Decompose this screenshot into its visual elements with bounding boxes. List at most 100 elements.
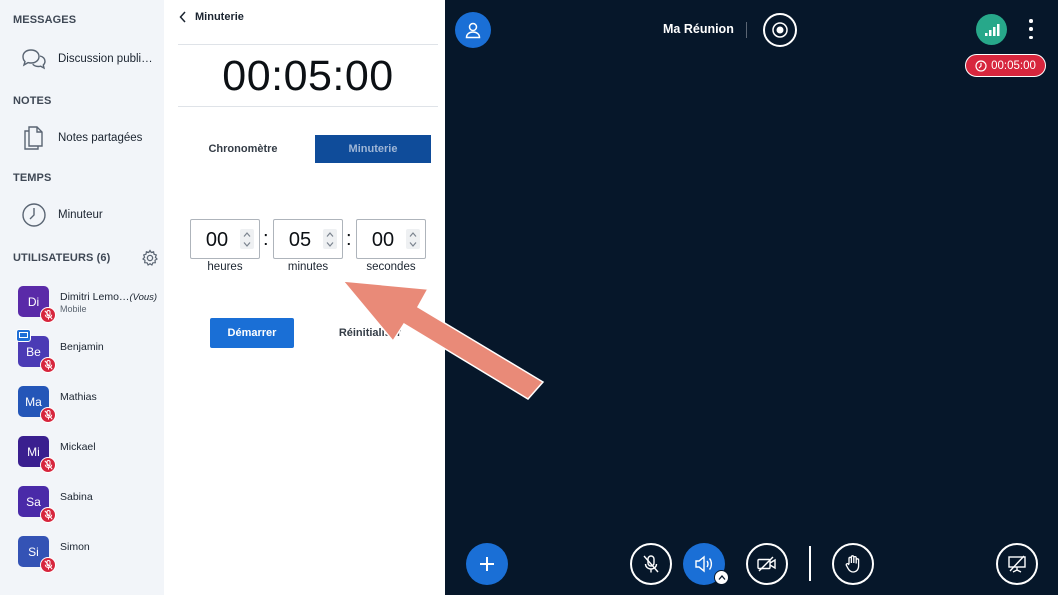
sidebar-item-timer[interactable]: Minuteur: [0, 195, 164, 235]
muted-microphone-icon: [40, 557, 56, 573]
tab-timer[interactable]: Minuterie: [315, 135, 431, 163]
sidebar-item-shared-notes[interactable]: Notes partagées: [0, 118, 164, 158]
screen-share-off-icon: [1008, 555, 1026, 573]
user-name-text: Simon: [60, 541, 90, 553]
user-name-text: Dimitri Lemo…: [60, 291, 130, 303]
user-device: Mobile: [60, 304, 87, 314]
camera-button[interactable]: [746, 543, 788, 585]
meeting-area: Ma Réunion 00:05:00: [445, 0, 1058, 595]
spin-down-icon[interactable]: [409, 241, 417, 247]
audio-options-button[interactable]: [714, 570, 729, 585]
muted-microphone-icon: [40, 507, 56, 523]
seconds-input[interactable]: 00: [356, 219, 426, 259]
time-separator: :: [263, 228, 269, 250]
time-separator: :: [346, 228, 352, 250]
spin-up-icon[interactable]: [243, 231, 251, 237]
messages-heading: MESSAGES: [13, 14, 77, 26]
divider: [809, 546, 811, 581]
reset-button[interactable]: Réinitialiser: [328, 318, 412, 348]
sidebar: MESSAGES Discussion publi… NOTES Notes p…: [0, 0, 164, 595]
user-name: Mickael: [60, 441, 96, 453]
divider: [746, 22, 747, 38]
user-list-item[interactable]: Be Benjamin: [0, 329, 164, 376]
timer-badge[interactable]: 00:05:00: [965, 54, 1046, 77]
camera-off-icon: [757, 556, 776, 572]
user-name-text: Mickael: [60, 441, 96, 453]
user-name: Simon: [60, 541, 90, 553]
screen-share-button[interactable]: [996, 543, 1038, 585]
actions-button[interactable]: [466, 543, 508, 585]
user-name-text: Benjamin: [60, 341, 104, 353]
chevron-up-icon: [718, 575, 725, 580]
chat-icon: [16, 47, 52, 71]
user-list-item[interactable]: Mi Mickael: [0, 430, 164, 476]
presenter-icon: [16, 329, 31, 342]
connection-status-button[interactable]: [976, 14, 1007, 45]
user-list-item[interactable]: Ma Mathias: [0, 380, 164, 426]
record-icon: [772, 22, 788, 38]
more-options-icon[interactable]: [1027, 19, 1035, 39]
clock-icon: [975, 59, 987, 72]
user-list-item[interactable]: Di Dimitri Lemo…(Vous) Mobile: [0, 280, 164, 326]
seconds-value: 00: [371, 229, 395, 251]
hours-stepper[interactable]: [240, 229, 254, 249]
muted-microphone-icon: [40, 357, 56, 373]
panel-title: Minuterie: [195, 11, 244, 23]
hand-icon: [845, 555, 860, 573]
tab-stopwatch[interactable]: Chronomètre: [194, 135, 292, 163]
meeting-title: Ma Réunion: [663, 22, 734, 36]
hours-label: heures: [207, 261, 243, 273]
divider: [178, 106, 438, 107]
record-button[interactable]: [763, 13, 797, 47]
spin-down-icon[interactable]: [243, 241, 251, 247]
spin-up-icon[interactable]: [326, 231, 334, 237]
seconds-label: secondes: [366, 261, 416, 273]
timer-panel: Minuterie 00:05:00 Chronomètre Minuterie…: [164, 0, 445, 595]
you-tag: (Vous): [129, 292, 158, 303]
timer-badge-text: 00:05:00: [991, 59, 1036, 72]
sidebar-item-label: Minuteur: [58, 209, 103, 221]
hours-value: 00: [205, 229, 229, 251]
minutes-stepper[interactable]: [323, 229, 337, 249]
sidebar-item-label: Notes partagées: [58, 132, 143, 144]
divider: [178, 44, 438, 45]
user-name-text: Sabina: [60, 491, 93, 503]
user-name: Mathias: [60, 391, 97, 403]
clock-icon: [16, 202, 52, 228]
notes-heading: NOTES: [13, 95, 52, 107]
signal-bars-icon: [984, 23, 999, 36]
timer-display: 00:05:00: [222, 52, 394, 100]
app-root: MESSAGES Discussion publi… NOTES Notes p…: [0, 0, 1058, 595]
minutes-value: 05: [288, 229, 312, 251]
start-button[interactable]: Démarrer: [210, 318, 294, 348]
mute-button[interactable]: [630, 543, 672, 585]
hours-input[interactable]: 00: [190, 219, 260, 259]
notes-icon: [16, 124, 52, 152]
user-name: Sabina: [60, 491, 93, 503]
minutes-label: minutes: [287, 261, 329, 273]
speaker-icon: [695, 555, 713, 573]
user-icon: [465, 22, 481, 39]
spin-up-icon[interactable]: [409, 231, 417, 237]
spin-down-icon[interactable]: [326, 241, 334, 247]
plus-icon: [480, 557, 494, 571]
seconds-stepper[interactable]: [406, 229, 420, 249]
muted-microphone-icon: [40, 307, 56, 323]
user-list-item[interactable]: Si Simon: [0, 530, 164, 576]
user-list-item[interactable]: Sa Sabina: [0, 480, 164, 526]
sidebar-item-label: Discussion publi…: [58, 53, 153, 65]
back-button[interactable]: Minuterie: [179, 11, 244, 23]
user-name: Dimitri Lemo…(Vous): [60, 291, 157, 303]
users-heading: UTILISATEURS (6): [13, 252, 111, 264]
user-menu-button[interactable]: [455, 12, 491, 48]
chevron-left-icon: [179, 11, 186, 23]
sidebar-item-public-chat[interactable]: Discussion publi…: [0, 39, 164, 79]
gear-icon[interactable]: [141, 249, 159, 267]
microphone-muted-icon: [643, 555, 659, 573]
minutes-input[interactable]: 05: [273, 219, 343, 259]
muted-microphone-icon: [40, 457, 56, 473]
user-name: Benjamin: [60, 341, 104, 353]
time-heading: TEMPS: [13, 172, 52, 184]
muted-microphone-icon: [40, 407, 56, 423]
raise-hand-button[interactable]: [832, 543, 874, 585]
